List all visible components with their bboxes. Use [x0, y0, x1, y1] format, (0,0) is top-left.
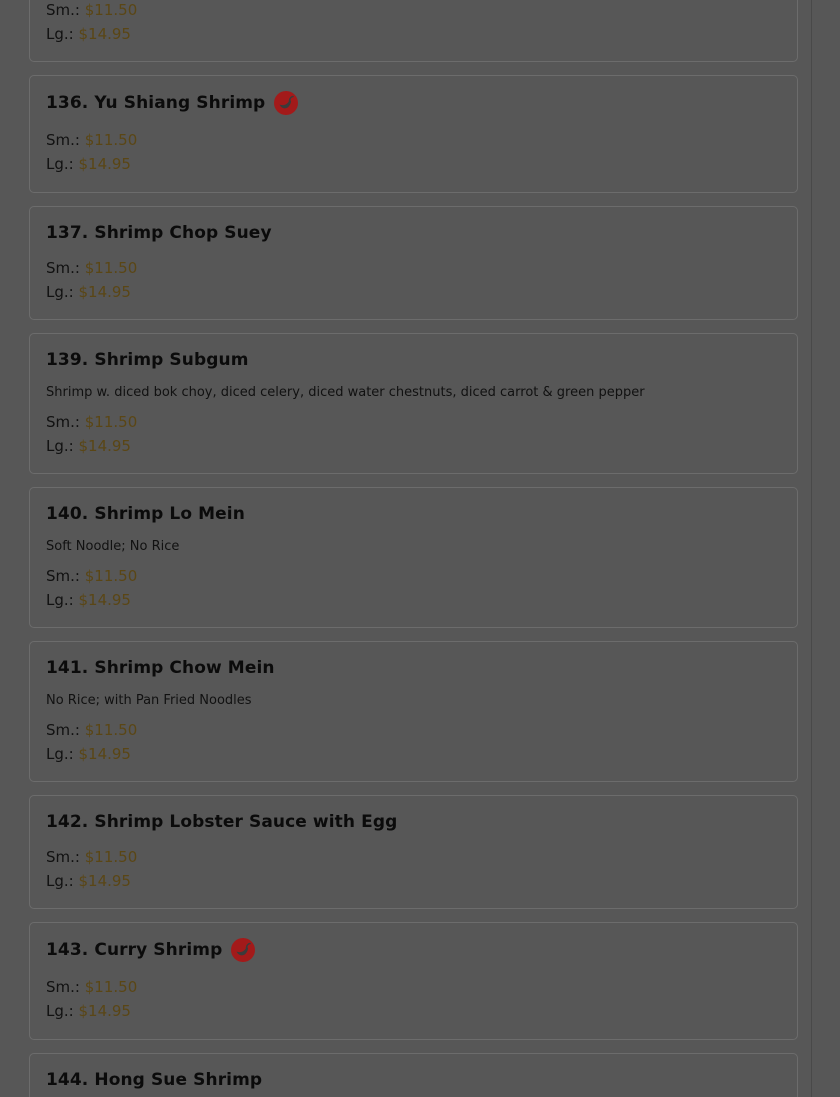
menu-item-title: 139. Shrimp Subgum [46, 350, 249, 370]
large-price: Lg.: $14.95 [46, 745, 131, 763]
small-price-value: $11.50 [84, 978, 138, 996]
menu-item-title-row: 136. Yu Shiang Shrimp [46, 91, 299, 115]
large-price: Lg.: $14.95 [46, 1002, 131, 1020]
large-price: Lg.: $14.95 [46, 591, 131, 609]
menu-item-card[interactable]: 144. Hong Sue Shrimp [29, 1053, 798, 1097]
menu-item-title: 144. Hong Sue Shrimp [46, 1070, 263, 1090]
small-price-label: Sm.: [46, 259, 80, 277]
small-price: Sm.: $11.50 [46, 721, 137, 739]
large-price-value: $14.95 [78, 1002, 131, 1020]
menu-item-card[interactable]: 139. Shrimp Subgum Shrimp w. diced bok c… [29, 333, 798, 474]
menu-item-title: 143. Curry Shrimp [46, 940, 223, 960]
menu-item-card[interactable]: Sm.: $11.50 Lg.: $14.95 [29, 0, 798, 62]
large-price-label: Lg.: [46, 745, 74, 763]
menu-item-title: 141. Shrimp Chow Mein [46, 658, 275, 678]
menu-page: Sm.: $11.50 Lg.: $14.95 136. Yu Shiang S… [0, 0, 840, 1097]
small-price-value: $11.50 [84, 1, 138, 19]
small-price-label: Sm.: [46, 413, 80, 431]
small-price: Sm.: $11.50 [46, 131, 137, 149]
menu-item-title: 137. Shrimp Chop Suey [46, 223, 272, 243]
chili-pepper-icon [274, 91, 299, 115]
small-price-label: Sm.: [46, 848, 80, 866]
large-price: Lg.: $14.95 [46, 437, 131, 455]
small-price-value: $11.50 [84, 259, 138, 277]
menu-item-description: No Rice; with Pan Fried Noodles [46, 693, 252, 708]
small-price-label: Sm.: [46, 978, 80, 996]
small-price: Sm.: $11.50 [46, 259, 137, 277]
menu-item-title: 142. Shrimp Lobster Sauce with Egg [46, 812, 398, 832]
large-price: Lg.: $14.95 [46, 872, 131, 890]
menu-item-description: Soft Noodle; No Rice [46, 539, 180, 554]
large-price: Lg.: $14.95 [46, 25, 131, 43]
menu-item-card[interactable]: 137. Shrimp Chop Suey Sm.: $11.50 Lg.: $… [29, 206, 798, 320]
large-price-label: Lg.: [46, 25, 74, 43]
large-price-value: $14.95 [78, 283, 131, 301]
large-price-value: $14.95 [78, 155, 131, 173]
large-price-label: Lg.: [46, 437, 74, 455]
small-price: Sm.: $11.50 [46, 567, 137, 585]
large-price-label: Lg.: [46, 1002, 74, 1020]
menu-item-title: 136. Yu Shiang Shrimp [46, 93, 266, 113]
small-price-value: $11.50 [84, 567, 138, 585]
large-price-value: $14.95 [78, 25, 131, 43]
large-price-label: Lg.: [46, 283, 74, 301]
large-price-label: Lg.: [46, 155, 74, 173]
small-price-label: Sm.: [46, 131, 80, 149]
menu-item-card[interactable]: 136. Yu Shiang Shrimp Sm.: $11.50 Lg.: $… [29, 75, 798, 193]
small-price-label: Sm.: [46, 721, 80, 739]
menu-item-card[interactable]: 143. Curry Shrimp Sm.: $11.50 Lg.: $14.9… [29, 922, 798, 1040]
small-price-label: Sm.: [46, 567, 80, 585]
menu-item-title-row: 143. Curry Shrimp [46, 938, 256, 962]
large-price: Lg.: $14.95 [46, 283, 131, 301]
large-price-value: $14.95 [78, 745, 131, 763]
large-price-label: Lg.: [46, 872, 74, 890]
small-price-value: $11.50 [84, 413, 138, 431]
small-price-label: Sm.: [46, 1, 80, 19]
small-price: Sm.: $11.50 [46, 978, 137, 996]
small-price-value: $11.50 [84, 848, 138, 866]
menu-item-card[interactable]: 140. Shrimp Lo Mein Soft Noodle; No Rice… [29, 487, 798, 628]
menu-item-title: 140. Shrimp Lo Mein [46, 504, 245, 524]
large-price-label: Lg.: [46, 591, 74, 609]
chili-pepper-icon [231, 938, 256, 962]
menu-item-card[interactable]: 142. Shrimp Lobster Sauce with Egg Sm.: … [29, 795, 798, 909]
small-price: Sm.: $11.50 [46, 1, 137, 19]
small-price: Sm.: $11.50 [46, 413, 137, 431]
small-price: Sm.: $11.50 [46, 848, 137, 866]
large-price-value: $14.95 [78, 591, 131, 609]
menu-item-description: Shrimp w. diced bok choy, diced celery, … [46, 385, 645, 400]
menu-item-card[interactable]: 141. Shrimp Chow Mein No Rice; with Pan … [29, 641, 798, 782]
page-edge-divider [811, 0, 812, 1097]
large-price-value: $14.95 [78, 437, 131, 455]
large-price: Lg.: $14.95 [46, 155, 131, 173]
large-price-value: $14.95 [78, 872, 131, 890]
small-price-value: $11.50 [84, 721, 138, 739]
small-price-value: $11.50 [84, 131, 138, 149]
